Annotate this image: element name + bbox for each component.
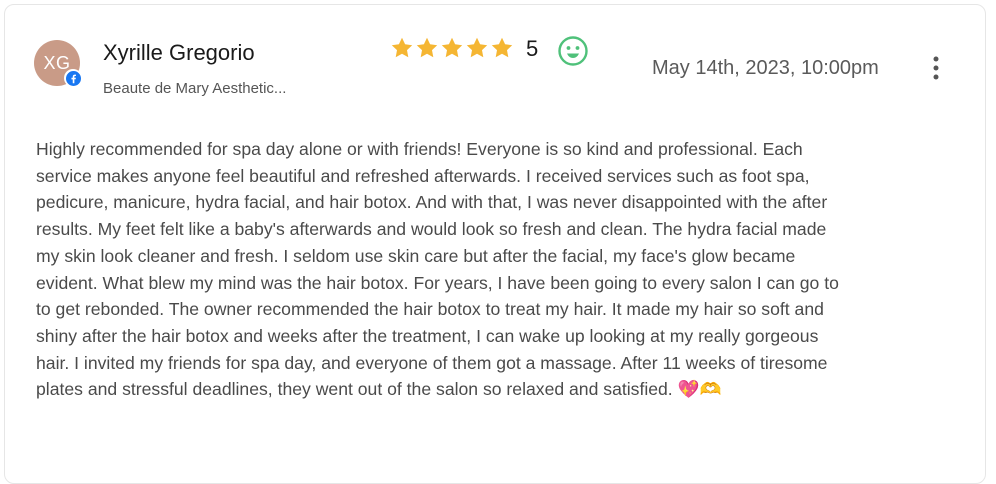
star-rating	[390, 36, 514, 60]
star-icon	[440, 36, 464, 60]
review-date: May 14th, 2023, 10:00pm	[652, 57, 879, 79]
star-icon	[390, 36, 414, 60]
rating-value: 5	[526, 36, 539, 61]
more-vertical-icon	[933, 56, 939, 80]
reviewer-name: Xyrille Gregorio	[103, 40, 255, 65]
star-icon	[490, 36, 514, 60]
star-icon	[465, 36, 489, 60]
smiley-icon	[557, 35, 589, 67]
review-source: Beaute de Mary Aesthetic...	[103, 80, 287, 97]
facebook-icon	[64, 69, 82, 87]
star-icon	[415, 36, 439, 60]
review-text: Highly recommended for spa day alone or …	[36, 139, 839, 400]
more-options-button[interactable]	[924, 52, 948, 84]
